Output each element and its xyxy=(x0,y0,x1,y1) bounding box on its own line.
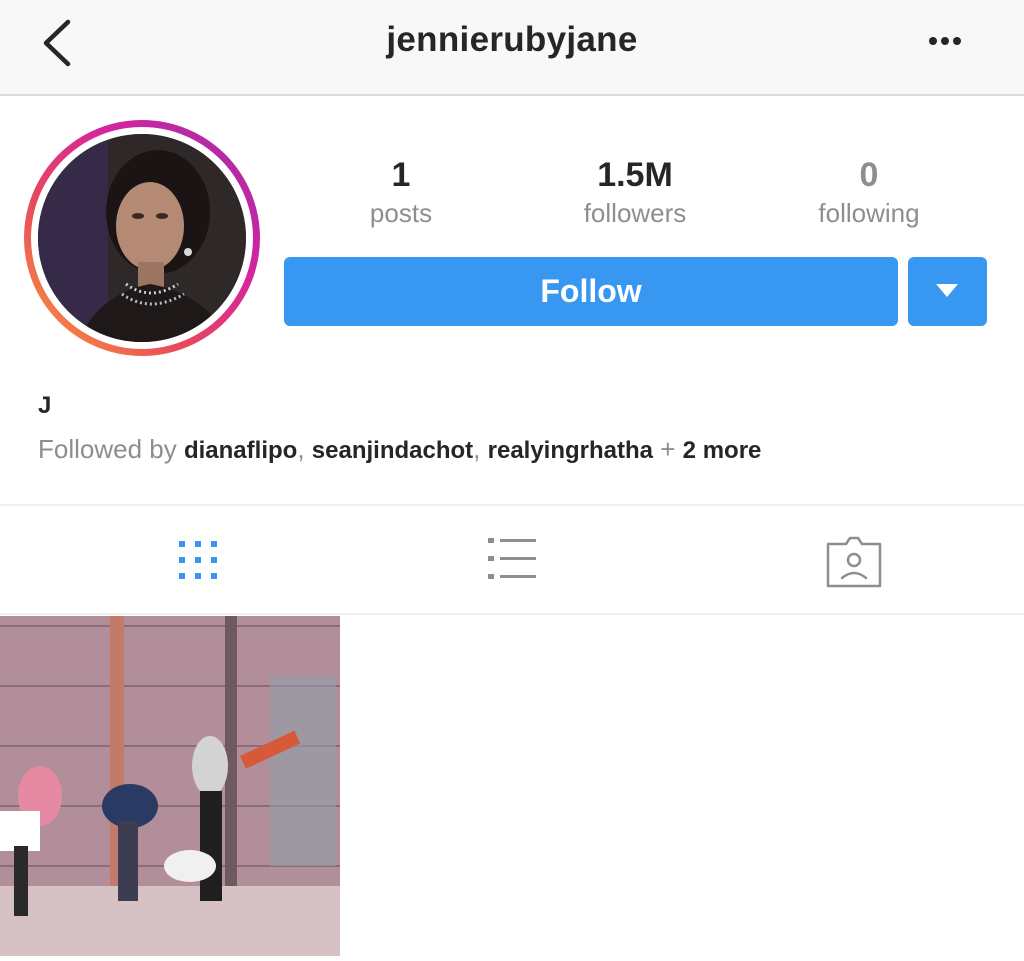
tagged-icon xyxy=(826,536,882,588)
profile-display-name: J xyxy=(38,392,52,419)
followed-by-plus: + xyxy=(660,434,676,464)
tab-tagged[interactable] xyxy=(794,506,914,613)
posts-count-label: posts xyxy=(369,198,433,228)
top-nav-bar: jennierubyjane xyxy=(0,0,1024,96)
followed-by-user[interactable]: seanjindachot xyxy=(312,437,473,464)
followed-by-user[interactable]: realyingrhatha xyxy=(488,437,653,464)
suggested-accounts-dropdown-button[interactable] xyxy=(908,257,987,326)
followers-count[interactable]: 1.5M followers xyxy=(535,154,735,230)
profile-view-tabs xyxy=(0,504,1024,615)
posts-count[interactable]: 1 posts xyxy=(301,154,501,230)
followers-count-label: followers xyxy=(583,198,687,228)
following-count-label: following xyxy=(818,198,920,228)
profile-username-title: jennierubyjane xyxy=(386,20,638,59)
grid-icon xyxy=(179,541,217,579)
posts-count-value: 1 xyxy=(391,156,411,194)
more-options-button[interactable] xyxy=(920,26,970,56)
profile-avatar[interactable] xyxy=(24,120,260,356)
followed-by-user[interactable]: dianaflipo xyxy=(184,437,297,464)
followed-by-prefix: Followed by xyxy=(38,434,177,464)
following-count-value: 0 xyxy=(859,156,879,194)
ellipsis-icon xyxy=(929,37,961,45)
followers-count-value: 1.5M xyxy=(597,156,673,194)
tab-list[interactable] xyxy=(455,506,575,613)
story-ring xyxy=(24,120,260,356)
followed-by-more[interactable]: 2 more xyxy=(683,437,762,464)
tab-grid[interactable] xyxy=(140,506,260,613)
follow-button[interactable]: Follow xyxy=(284,257,898,326)
followed-by-text[interactable]: Followed by dianaflipo, seanjindachot, r… xyxy=(38,434,761,465)
following-count[interactable]: 0 following xyxy=(769,154,969,230)
post-image xyxy=(0,616,340,956)
list-icon xyxy=(488,538,536,579)
caret-down-icon xyxy=(936,284,958,297)
post-thumbnail[interactable] xyxy=(0,616,340,956)
avatar-photo xyxy=(38,134,246,342)
